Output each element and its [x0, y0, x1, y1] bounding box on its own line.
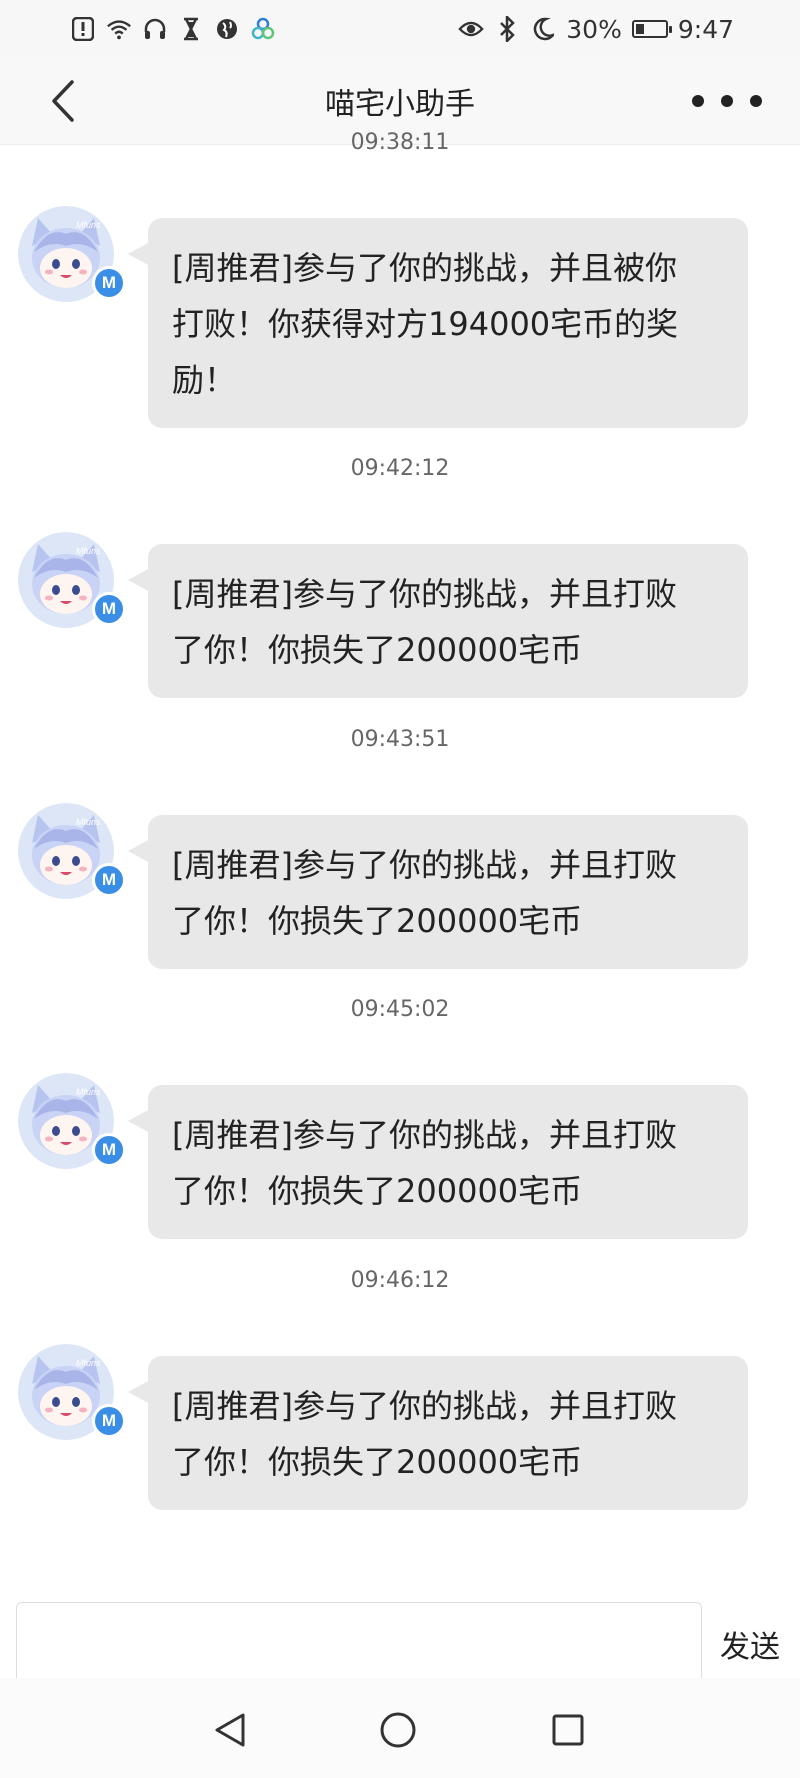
sender-avatar[interactable]: Mfuns M: [18, 206, 126, 306]
more-dot: [750, 95, 762, 107]
status-bar: 30% 9:47: [0, 0, 800, 58]
message-timestamp: 09:42:12: [350, 456, 450, 481]
battery-fill: [635, 24, 645, 34]
message-text-line: 励！: [172, 361, 237, 399]
triangle-back-icon: [215, 1713, 245, 1747]
message-bubble[interactable]: [周推君]参与了你的挑战，并且打败 了你！你损失了200000宅币: [128, 544, 748, 698]
sender-avatar[interactable]: Mfuns M: [18, 803, 126, 903]
message-text-line: 打败！你获得对方194000宅币的奖: [172, 305, 679, 343]
verified-badge-icon: M: [92, 863, 126, 897]
message-timestamp: 09:45:02: [350, 997, 450, 1022]
battery-icon: [631, 20, 672, 38]
message-text-line: [周推君]参与了你的挑战，并且打败: [172, 575, 677, 613]
clock: 9:47: [677, 14, 734, 44]
circle-home-icon: [380, 1712, 416, 1748]
message-text-line: [周推君]参与了你的挑战，并且打败: [172, 1116, 677, 1154]
message-bubble[interactable]: [周推君]参与了你的挑战，并且打败 了你！你损失了200000宅币: [128, 1356, 748, 1510]
page-title: 喵宅小助手: [325, 87, 475, 122]
verified-badge-icon: M: [92, 1404, 126, 1438]
alert-icon: [70, 16, 96, 42]
nav-back-button[interactable]: [208, 1708, 252, 1752]
message-text-line: 了你！你损失了200000宅币: [172, 1443, 583, 1481]
battery-percent: 30%: [566, 14, 622, 44]
moon-icon: [530, 16, 556, 42]
sender-avatar[interactable]: Mfuns M: [18, 532, 126, 632]
system-nav-bar: [0, 1678, 800, 1778]
avatar-text: Mfuns: [76, 1358, 101, 1368]
square-recents-icon: [552, 1714, 584, 1746]
message-text-line: [周推君]参与了你的挑战，并且被你: [172, 249, 677, 287]
message-text-line: [周推君]参与了你的挑战，并且打败: [172, 1387, 677, 1425]
avatar-text: Mfuns: [76, 546, 101, 556]
headset-icon: [142, 16, 168, 42]
message-timestamp: 09:46:12: [350, 1268, 450, 1293]
verified-badge-icon: M: [92, 266, 126, 300]
bluetooth-icon: [494, 16, 520, 42]
sender-avatar[interactable]: Mfuns M: [18, 1073, 126, 1173]
more-dots-icon: [692, 95, 704, 107]
message-timestamp: 09:38:11: [350, 130, 450, 155]
more-dot: [721, 95, 733, 107]
status-icons: [70, 16, 276, 42]
send-button[interactable]: 发送: [720, 1622, 780, 1666]
status-right: 30% 9:47: [458, 15, 734, 44]
verified-badge-icon: M: [92, 592, 126, 626]
message-text-line: 了你！你损失了200000宅币: [172, 902, 583, 940]
wifi-icon: [106, 16, 132, 42]
more-button[interactable]: [692, 83, 762, 119]
hourglass-icon: [178, 16, 204, 42]
nav-home-button[interactable]: [376, 1708, 420, 1752]
message-text-line: 了你！你损失了200000宅币: [172, 1172, 583, 1210]
message-text-line: [周推君]参与了你的挑战，并且打败: [172, 846, 677, 884]
back-button[interactable]: [38, 76, 88, 126]
nav-recents-button[interactable]: [546, 1708, 590, 1752]
message-bubble[interactable]: [周推君]参与了你的挑战，并且打败 了你！你损失了200000宅币: [128, 1085, 748, 1239]
avatar-text: Mfuns: [76, 817, 101, 827]
chevron-left-icon: [52, 80, 74, 122]
message-bubble[interactable]: [周推君]参与了你的挑战，并且打败 了你！你损失了200000宅币: [128, 815, 748, 969]
message-timestamp: 09:43:51: [350, 727, 450, 752]
cloud-sync-icon: [250, 16, 276, 42]
avatar-text: Mfuns: [76, 220, 101, 230]
verified-badge-icon: M: [92, 1133, 126, 1167]
globe-icon: [214, 16, 240, 42]
eye-icon: [458, 16, 485, 42]
avatar-text: Mfuns: [76, 1087, 101, 1097]
sender-avatar[interactable]: Mfuns M: [18, 1344, 126, 1444]
message-bubble[interactable]: [周推君]参与了你的挑战，并且被你 打败！你获得对方194000宅币的奖 励！: [128, 218, 748, 428]
message-text-line: 了你！你损失了200000宅币: [172, 631, 583, 669]
